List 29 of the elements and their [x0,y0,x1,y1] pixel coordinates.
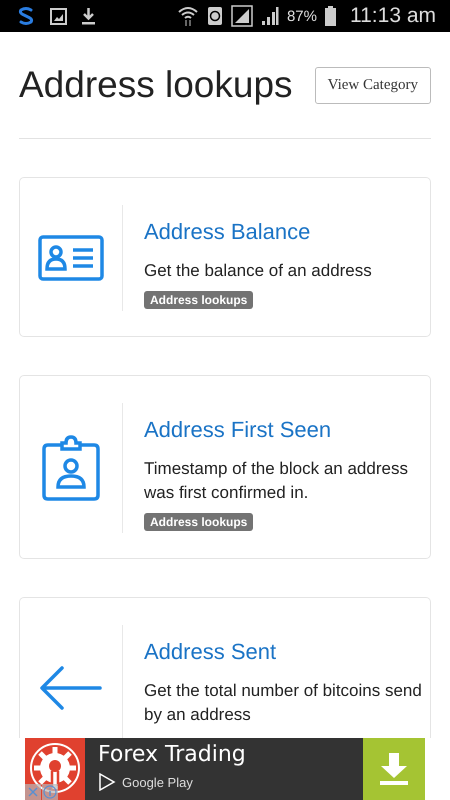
category-tag: Address lookups [144,291,254,309]
service-card[interactable]: Address Sent Get the total number of bitcoins send by an address [19,597,431,738]
download-button[interactable] [363,738,425,800]
app-logo-icon [16,6,36,26]
category-tag: Address lookups [144,513,254,531]
download-icon [379,753,409,785]
clipboard-person-icon [42,435,100,501]
image-icon [50,8,67,24]
card-description: Get the total number of bitcoins send by an address [144,680,423,726]
card-description: Timestamp of the block an address was first confirmed in. [144,458,409,504]
play-store-icon [98,773,116,791]
clock: 11:13 am [350,4,436,28]
store-name: Google Play [122,774,193,790]
card-title[interactable]: Address First Seen [144,417,332,443]
id-card-icon [38,235,104,281]
service-card[interactable]: Address Balance Get the balance of an address Address lookups [19,177,431,337]
signal-icon [260,6,279,26]
ad-title[interactable]: Forex Trading [98,740,363,770]
battery-icon [325,6,336,26]
wifi-icon [176,5,199,27]
battery-percent: 87% [286,8,317,24]
card-title[interactable]: Address Sent [144,639,276,665]
service-card[interactable]: Address First Seen Timestamp of the block an address was first confirmed in. Address lookups [19,375,431,559]
card-title[interactable]: Address Balance [144,219,310,245]
download-icon [81,7,96,25]
page-title: Address lookups [19,64,293,106]
card-description: Get the balance of an address [144,260,372,282]
signal-icon [230,5,253,27]
view-category-button[interactable]: View Category [314,66,431,104]
